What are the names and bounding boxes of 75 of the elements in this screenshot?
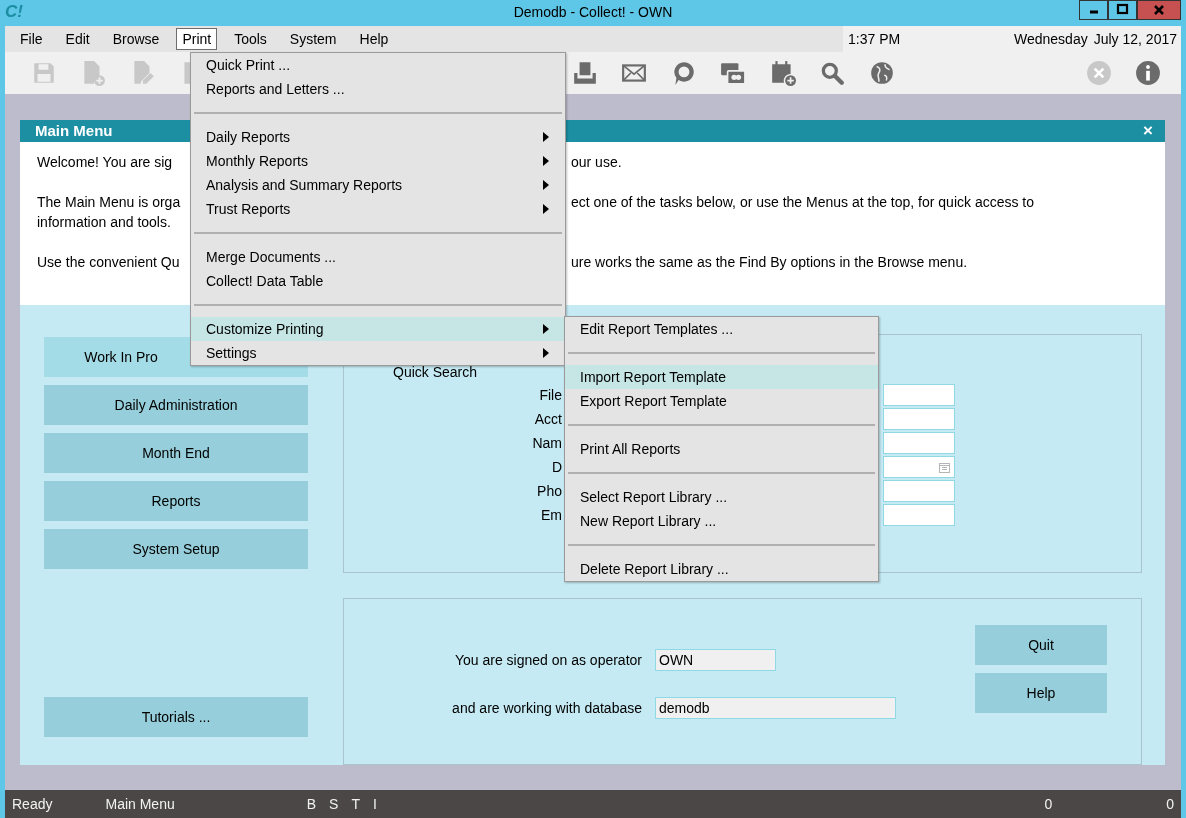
menu-item[interactable]: Customize Printing (191, 317, 565, 341)
input-field[interactable] (883, 432, 955, 454)
field-label: You are signed on as operator (453, 650, 642, 670)
status-text: Main Menu (105, 794, 175, 814)
menu-item[interactable]: Collect! Data Table (191, 269, 565, 293)
window-title: Demodb - Collect! - OWN (513, 3, 673, 21)
app-logo: C! (5, 2, 23, 22)
close-button[interactable]: × (1143, 122, 1153, 140)
weekday: Wednesday (1014, 29, 1088, 49)
field-label: and are working with database (451, 698, 642, 718)
intro-text: Use the convenient Qu (37, 253, 180, 272)
menu-item[interactable]: Export Report Template (565, 389, 878, 413)
menu-item[interactable]: Help (353, 28, 395, 50)
intro-text: our use. (571, 153, 622, 172)
menu-item[interactable]: Import Report Template (565, 365, 878, 389)
input-field[interactable]: OWN (655, 649, 776, 671)
menu-item[interactable]: Trust Reports (191, 197, 565, 221)
close-icon (1153, 4, 1165, 16)
menu-item[interactable]: Reports and Letters ... (191, 77, 565, 101)
status-letter: S (329, 794, 339, 814)
panel-title: Quick Search (393, 363, 478, 382)
intro-text: The Main Menu is orga (37, 193, 181, 212)
input-field[interactable] (883, 384, 955, 406)
minimize-icon (1089, 10, 1098, 14)
status-count: 0 (1044, 794, 1053, 814)
task-button[interactable]: System Setup (44, 529, 308, 569)
field-label: D (550, 458, 562, 477)
status-letter: I (373, 794, 377, 814)
input-field[interactable] (883, 480, 955, 502)
menu-item[interactable]: File (14, 28, 49, 50)
intro-text: ure works the same as the Find By options in the Browse menu. (571, 253, 968, 272)
maximize-icon (1116, 3, 1128, 15)
menu-item[interactable]: Delete Report Library ... (565, 557, 878, 581)
intro-text: information and tools. (37, 213, 171, 232)
field-label: Acct (533, 410, 562, 429)
action-button[interactable]: Help (975, 673, 1107, 713)
menu-item[interactable]: New Report Library ... (565, 509, 878, 533)
minimize-button[interactable] (1079, 0, 1108, 20)
menu-item[interactable]: Monthly Reports (191, 149, 565, 173)
action-button[interactable]: Quit (975, 625, 1107, 665)
status-text: Ready (12, 794, 53, 814)
maximize-button[interactable] (1108, 0, 1137, 20)
menu-item[interactable]: Browse (106, 28, 166, 50)
status-letter: T (351, 794, 360, 814)
input-field[interactable] (883, 408, 955, 430)
menu-item[interactable]: System (283, 28, 343, 50)
menu-item[interactable]: Select Report Library ... (565, 485, 878, 509)
status-letter: B (306, 794, 317, 814)
tutorials-button[interactable]: Tutorials ... (44, 697, 308, 737)
close-button[interactable] (1137, 0, 1181, 20)
menu-item[interactable]: Edit Report Templates ... (565, 317, 878, 341)
status-count: 0 (1166, 794, 1174, 814)
task-button[interactable]: Month End (44, 433, 308, 473)
menu-item[interactable]: Analysis and Summary Reports (191, 173, 565, 197)
date: July 12, 2017 (1093, 29, 1177, 49)
menu-item[interactable]: Quick Print ... (191, 53, 565, 77)
menu-item[interactable]: Print (176, 28, 218, 50)
intro-text: Welcome! You are sig (37, 153, 173, 172)
menu-item[interactable]: Daily Reports (191, 125, 565, 149)
menu-item[interactable]: Print All Reports (565, 437, 878, 461)
field-label: File (538, 386, 562, 405)
task-button[interactable]: Reports (44, 481, 308, 521)
input-field[interactable] (883, 456, 955, 478)
panel-title: Main Menu (35, 120, 113, 141)
clock-time: 1:37 PM (848, 29, 901, 49)
task-button[interactable]: Daily Administration (44, 385, 308, 425)
menu-item[interactable]: Edit (59, 28, 96, 50)
field-label: Pho (536, 482, 562, 501)
input-field[interactable]: demodb (655, 697, 896, 719)
menu-item[interactable]: Tools (228, 28, 273, 50)
field-label: Nam (531, 434, 562, 453)
input-field[interactable] (883, 504, 955, 526)
field-label: Em (540, 506, 562, 525)
intro-text: ect one of the tasks below, or use the Menus at the top, for quick access to (571, 193, 1035, 212)
menu-item[interactable]: Merge Documents ... (191, 245, 565, 269)
